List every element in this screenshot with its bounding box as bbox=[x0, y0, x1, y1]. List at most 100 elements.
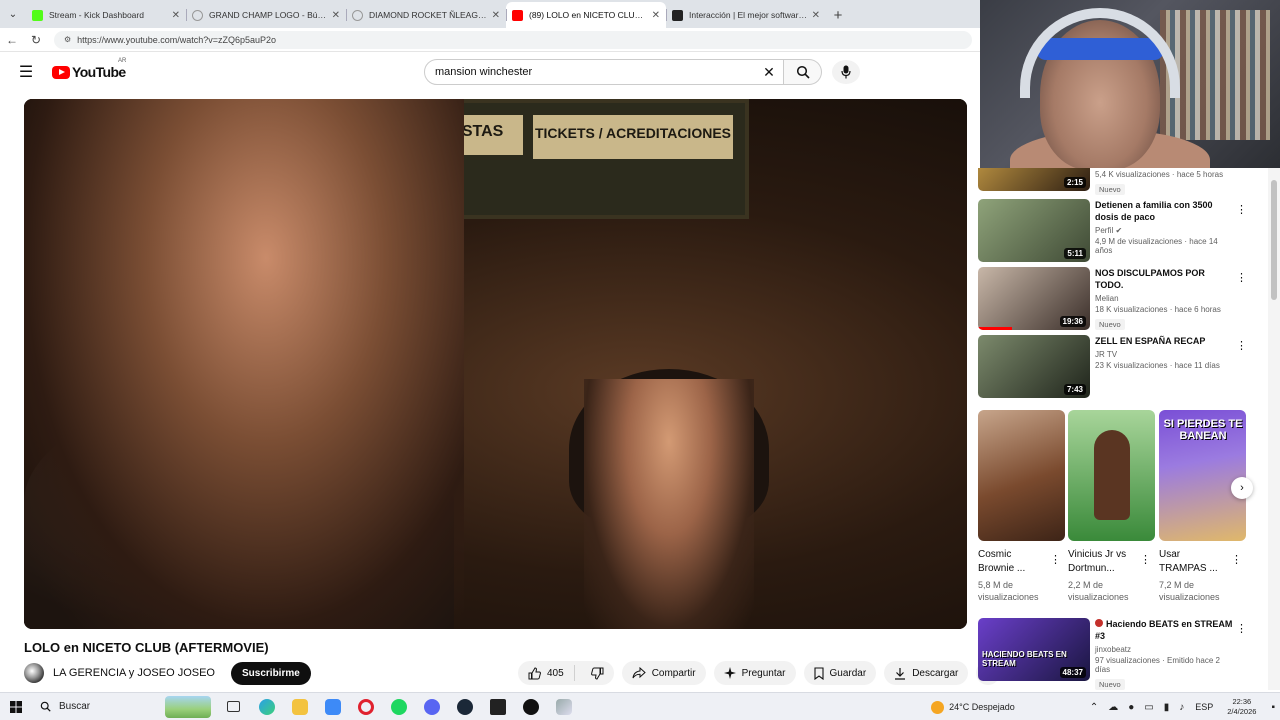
list-item[interactable]: 5:11 Detienen a familia con 3500 dosis d… bbox=[978, 199, 1248, 263]
start-button[interactable] bbox=[0, 693, 32, 720]
page-scrollbar[interactable] bbox=[1268, 168, 1280, 690]
url-bar[interactable]: ⚙ https://www.youtube.com/watch?v=zZQ6p5… bbox=[54, 30, 972, 49]
scrollbar-thumb[interactable] bbox=[1271, 180, 1277, 300]
new-tab-plus-icon[interactable]: + bbox=[826, 2, 850, 28]
more-options-icon[interactable]: ⋮ bbox=[1236, 622, 1247, 635]
epic-games-icon[interactable] bbox=[481, 693, 514, 720]
browser-tab-kick[interactable]: Stream - Kick Dashboard ✕ bbox=[26, 2, 186, 28]
channel-avatar[interactable] bbox=[24, 663, 44, 683]
notifications-icon[interactable]: ▪ bbox=[1271, 702, 1275, 713]
app-icon[interactable] bbox=[547, 693, 580, 720]
video-thumbnail[interactable]: 19:36 bbox=[978, 267, 1090, 330]
tab-close-icon[interactable]: ✕ bbox=[332, 10, 340, 21]
tab-close-icon[interactable]: ✕ bbox=[492, 10, 500, 21]
video-title[interactable]: Haciendo BEATS en STREAM #3 bbox=[1095, 618, 1235, 642]
taskbar-search[interactable]: Buscar bbox=[32, 693, 217, 720]
back-arrow-icon[interactable]: ← bbox=[0, 33, 24, 47]
short-item[interactable]: Vinicius Jr vs Dortmun... 2,2 M de visua… bbox=[1068, 410, 1155, 603]
save-button[interactable]: Guardar bbox=[803, 661, 877, 685]
more-options-icon[interactable]: ⋮ bbox=[1231, 553, 1242, 566]
browser-tab-interaccion[interactable]: Interacción | El mejor software par ✕ bbox=[666, 2, 826, 28]
tab-search-chevron-icon[interactable]: ⌄ bbox=[0, 0, 26, 28]
dislike-button[interactable] bbox=[581, 667, 614, 680]
store-icon[interactable] bbox=[316, 693, 349, 720]
short-item[interactable]: SI PIERDES TE BANEAN Usar TRAMPAS ... 7,… bbox=[1159, 410, 1246, 603]
browser-tab-youtube[interactable]: (89) LOLO en NICETO CLUB (A ✕ bbox=[506, 2, 666, 28]
browser-tab-search-1[interactable]: GRAND CHAMP LOGO - Búsqueda ✕ bbox=[186, 2, 346, 28]
mic-icon bbox=[841, 65, 851, 79]
youtube-logo[interactable]: YouTube AR bbox=[52, 58, 126, 80]
short-title[interactable]: Vinicius Jr vs Dortmun... bbox=[1068, 548, 1138, 576]
system-tray: 24°C Despejado ⌃ ☁ ● ▭ ▮ ♪ ESP 22:36 2/4… bbox=[931, 693, 1280, 720]
task-view-icon[interactable] bbox=[217, 693, 250, 720]
reload-icon[interactable]: ↻ bbox=[24, 33, 48, 47]
short-title[interactable]: Usar TRAMPAS ... bbox=[1159, 548, 1229, 576]
video-title[interactable]: NOS DISCULPAMOS POR TODO. bbox=[1095, 267, 1235, 291]
chevron-right-icon[interactable]: › bbox=[1231, 477, 1253, 499]
voice-search-button[interactable] bbox=[832, 60, 860, 84]
more-options-icon[interactable]: ⋮ bbox=[1050, 553, 1061, 566]
hamburger-icon[interactable]: ☰ bbox=[0, 62, 52, 82]
video-thumbnail[interactable]: 7:43 bbox=[978, 335, 1090, 398]
search-input[interactable] bbox=[435, 66, 755, 78]
like-button[interactable]: 405 bbox=[518, 665, 575, 681]
spotify-icon[interactable] bbox=[382, 693, 415, 720]
volume-icon[interactable]: ♪ bbox=[1179, 702, 1184, 713]
video-title[interactable]: ZELL EN ESPAÑA RECAP bbox=[1095, 335, 1235, 347]
list-item[interactable]: 7:43 ZELL EN ESPAÑA RECAP JR TV 23 K vis… bbox=[978, 335, 1248, 399]
discord-icon[interactable] bbox=[415, 693, 448, 720]
browser-address-row: ← ↻ ⚙ https://www.youtube.com/watch?v=zZ… bbox=[0, 28, 980, 52]
video-title[interactable]: Detienen a familia con 3500 dosis de pac… bbox=[1095, 199, 1235, 223]
edge-icon[interactable] bbox=[250, 693, 283, 720]
opera-icon[interactable] bbox=[349, 693, 382, 720]
more-options-icon[interactable]: ⋮ bbox=[1236, 339, 1247, 352]
thumbnail-caption: HACIENDO BEATS EN STREAM bbox=[982, 650, 1067, 668]
short-thumbnail[interactable] bbox=[978, 410, 1065, 541]
network-icon[interactable]: ▭ bbox=[1144, 702, 1153, 713]
channel-row: LA GERENCIA y JOSEO JOSEO Suscribirme bbox=[24, 661, 311, 685]
download-button[interactable]: Descargar bbox=[884, 661, 969, 685]
short-thumbnail[interactable]: SI PIERDES TE BANEAN bbox=[1159, 410, 1246, 541]
site-info-icon[interactable]: ⚙ bbox=[64, 35, 71, 44]
file-explorer-icon[interactable] bbox=[283, 693, 316, 720]
steam-icon[interactable] bbox=[448, 693, 481, 720]
tab-close-icon[interactable]: ✕ bbox=[652, 10, 660, 21]
chevron-up-icon[interactable]: ⌃ bbox=[1090, 702, 1098, 713]
close-icon[interactable]: ✕ bbox=[755, 64, 783, 81]
microphone-icon[interactable]: ● bbox=[1128, 702, 1134, 713]
channel-name[interactable]: jinxobeatz bbox=[1095, 645, 1235, 654]
watch-progress-bar bbox=[978, 327, 1012, 330]
more-options-icon[interactable]: ⋮ bbox=[1236, 271, 1247, 284]
channel-name[interactable]: JR TV bbox=[1095, 350, 1235, 359]
channel-name[interactable]: Perfil ✔ bbox=[1095, 226, 1235, 235]
list-item[interactable]: HACIENDO BEATS EN STREAM 48:37 Haciendo … bbox=[978, 618, 1248, 690]
tab-close-icon[interactable]: ✕ bbox=[812, 10, 820, 21]
short-title[interactable]: Cosmic Brownie ... bbox=[978, 548, 1048, 576]
weather-widget[interactable]: 24°C Despejado bbox=[931, 700, 1015, 714]
battery-icon[interactable]: ▮ bbox=[1164, 702, 1170, 713]
language-indicator[interactable]: ESP bbox=[1195, 702, 1213, 712]
tab-close-icon[interactable]: ✕ bbox=[172, 10, 180, 21]
subscribe-button[interactable]: Suscribirme bbox=[231, 661, 311, 685]
channel-name[interactable]: LA GERENCIA y JOSEO JOSEO bbox=[53, 667, 215, 679]
list-item[interactable]: 19:36 NOS DISCULPAMOS POR TODO. Melian 1… bbox=[978, 267, 1248, 331]
short-thumbnail[interactable] bbox=[1068, 410, 1155, 541]
clock[interactable]: 22:36 2/4/2026 bbox=[1227, 697, 1256, 717]
video-thumbnail[interactable]: 2:15 bbox=[978, 168, 1090, 191]
list-item[interactable]: 2:15 5,4 K visualizaciones · hace 5 hora… bbox=[978, 168, 1248, 195]
video-thumbnail[interactable]: HACIENDO BEATS EN STREAM 48:37 bbox=[978, 618, 1090, 681]
share-button[interactable]: Compartir bbox=[621, 661, 706, 685]
download-icon bbox=[895, 667, 906, 680]
video-thumbnail[interactable]: 5:11 bbox=[978, 199, 1090, 262]
browser-tab-search-2[interactable]: DIAMOND ROCKET ÑLEAGUE Pl ✕ bbox=[346, 2, 506, 28]
channel-name[interactable]: Melian bbox=[1095, 294, 1235, 303]
roblox-icon[interactable] bbox=[514, 693, 547, 720]
more-options-icon[interactable]: ⋮ bbox=[1236, 203, 1247, 216]
video-player[interactable]: LISTAS TICKETS / ACREDITACIONES bbox=[24, 99, 967, 629]
video-info: 5,4 K visualizaciones · hace 5 horas Nue… bbox=[1095, 168, 1235, 197]
cloud-icon[interactable]: ☁ bbox=[1108, 702, 1118, 713]
short-item[interactable]: Cosmic Brownie ... 5,8 M de visualizacio… bbox=[978, 410, 1065, 603]
more-options-icon[interactable]: ⋮ bbox=[1140, 553, 1151, 566]
search-button[interactable] bbox=[784, 59, 822, 85]
ask-button[interactable]: Preguntar bbox=[713, 661, 796, 685]
